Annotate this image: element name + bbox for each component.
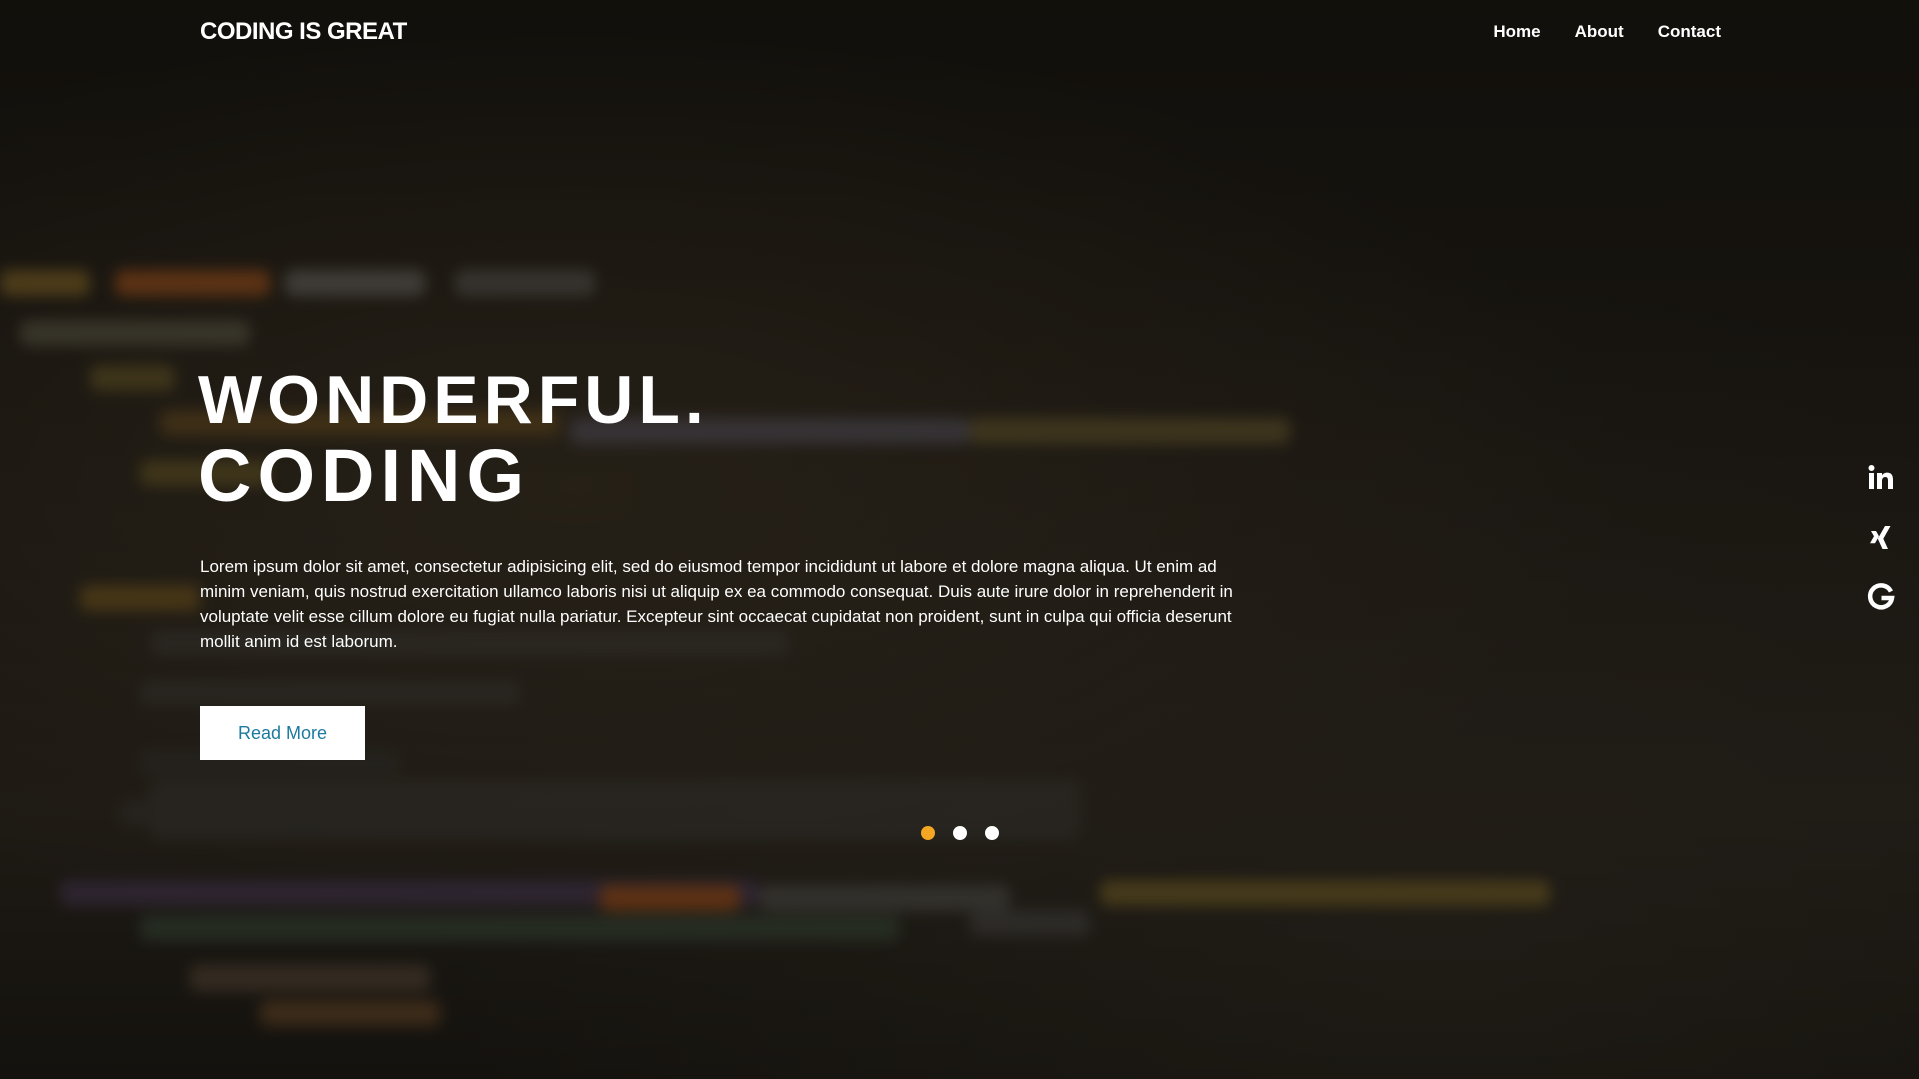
hero-title-line2: CODING: [198, 434, 530, 517]
hero-section: CODING IS GREAT Home About Contact WONDE…: [0, 0, 1919, 1079]
slider-dot-3[interactable]: [985, 826, 999, 840]
xing-icon[interactable]: [1865, 522, 1897, 554]
nav-contact-link[interactable]: Contact: [1658, 22, 1721, 42]
social-links: [1865, 462, 1897, 614]
hero-description: Lorem ipsum dolor sit amet, consectetur …: [200, 557, 1233, 651]
hero-title: WONDERFUL. CODING: [198, 362, 709, 514]
nav-home-link[interactable]: Home: [1493, 22, 1540, 42]
google-icon[interactable]: [1865, 582, 1897, 614]
slider-dot-2[interactable]: [953, 826, 967, 840]
main-nav: Home About Contact: [1493, 22, 1721, 42]
linkedin-icon[interactable]: [1865, 462, 1897, 494]
background-overlay: [0, 0, 1919, 1079]
slider-dots: [921, 826, 999, 840]
slider-dot-1[interactable]: [921, 826, 935, 840]
brand-logo[interactable]: CODING IS GREAT: [200, 18, 407, 46]
hero-title-line1: WONDERFUL.: [198, 362, 709, 438]
read-more-button[interactable]: Read More: [200, 706, 365, 760]
nav-about-link[interactable]: About: [1575, 22, 1624, 42]
